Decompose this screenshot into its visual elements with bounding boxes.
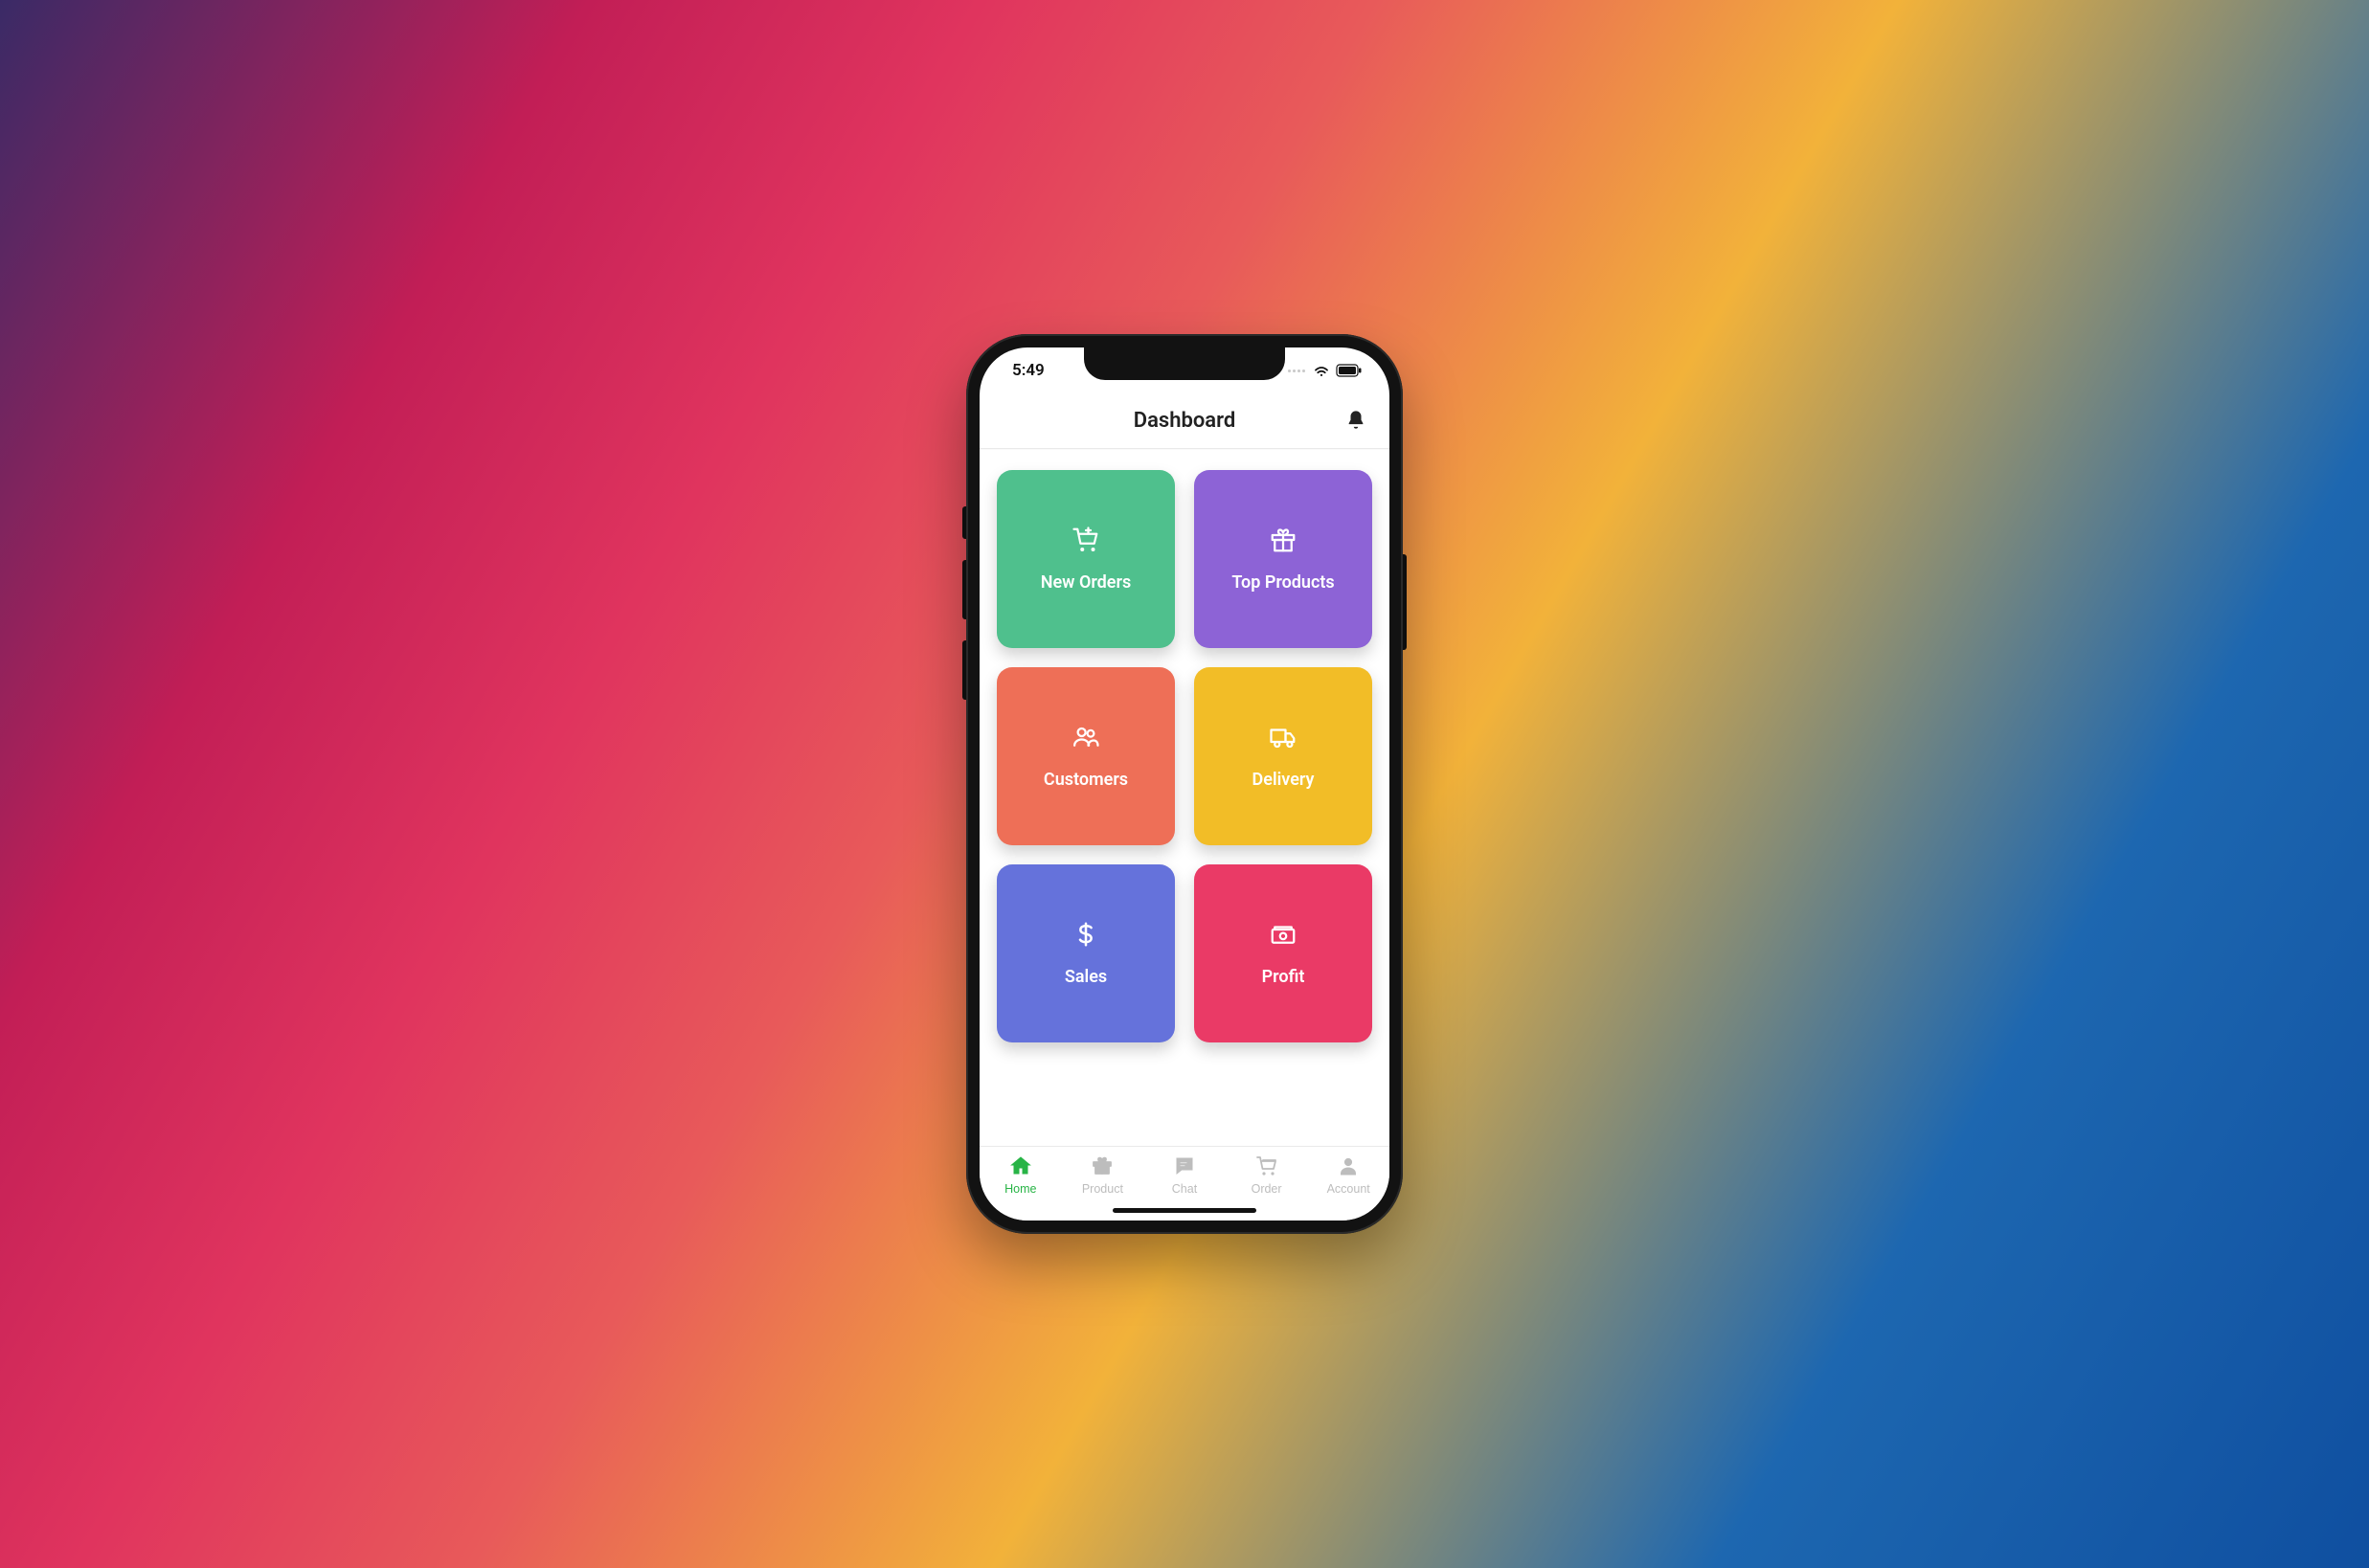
nav-product[interactable]: Product (1069, 1154, 1136, 1196)
chat-icon (1173, 1154, 1196, 1180)
nav-label: Order (1252, 1182, 1282, 1196)
tile-label: Sales (1065, 967, 1107, 987)
truck-icon (1269, 723, 1297, 756)
notifications-button[interactable] (1342, 405, 1370, 437)
phone-side-button-right (1403, 554, 1407, 650)
status-right (1288, 364, 1363, 377)
users-icon (1072, 723, 1100, 756)
tile-label: Profit (1262, 967, 1305, 987)
tile-profit[interactable]: Profit (1194, 864, 1372, 1042)
nav-order[interactable]: Order (1233, 1154, 1300, 1196)
phone-frame: 5:49 (966, 334, 1403, 1234)
screen: 5:49 (980, 347, 1389, 1221)
nav-chat[interactable]: Chat (1151, 1154, 1218, 1196)
cellular-dots-icon (1288, 370, 1305, 372)
tile-grid: New Orders Top Products Customers Delivery S… (997, 470, 1372, 1042)
tile-label: New Orders (1041, 572, 1131, 593)
nav-label: Account (1327, 1182, 1370, 1196)
cart-plus-icon (1072, 526, 1100, 559)
money-icon (1269, 920, 1297, 953)
battery-icon (1336, 364, 1363, 377)
status-time: 5:49 (1012, 361, 1045, 380)
nav-label: Product (1082, 1182, 1123, 1196)
wifi-icon (1313, 364, 1330, 377)
gift-small-icon (1091, 1154, 1114, 1180)
tile-customers[interactable]: Customers (997, 667, 1175, 845)
nav-account[interactable]: Account (1315, 1154, 1382, 1196)
home-indicator[interactable] (1113, 1208, 1256, 1213)
nav-home[interactable]: Home (987, 1154, 1054, 1196)
tile-delivery[interactable]: Delivery (1194, 667, 1372, 845)
tile-label: Customers (1044, 770, 1128, 790)
dollar-icon (1072, 920, 1100, 953)
tile-label: Delivery (1252, 770, 1315, 790)
app-header: Dashboard (980, 393, 1389, 449)
bell-icon (1345, 418, 1366, 433)
dashboard-content: New Orders Top Products Customers Delivery S… (980, 449, 1389, 1146)
tile-top-products[interactable]: Top Products (1194, 470, 1372, 648)
tile-sales[interactable]: Sales (997, 864, 1175, 1042)
page-title: Dashboard (1134, 409, 1235, 433)
home-icon (1009, 1154, 1032, 1180)
account-icon (1337, 1154, 1360, 1180)
nav-label: Home (1004, 1182, 1036, 1196)
tile-new-orders[interactable]: New Orders (997, 470, 1175, 648)
tile-label: Top Products (1231, 572, 1334, 593)
phone-side-buttons-left (962, 506, 966, 721)
gift-icon (1269, 526, 1297, 559)
nav-label: Chat (1172, 1182, 1197, 1196)
notch (1084, 347, 1285, 380)
cart-icon (1255, 1154, 1278, 1180)
